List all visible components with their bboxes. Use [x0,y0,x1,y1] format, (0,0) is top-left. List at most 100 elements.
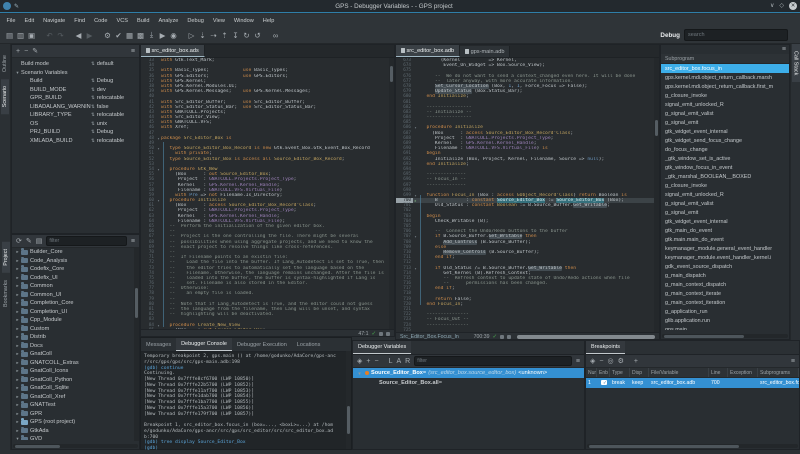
scenario-row[interactable]: Build mode ⇅ default [12,60,139,69]
new-file-icon[interactable]: ▤ [4,31,15,40]
hamburger-icon[interactable]: ≡ [576,358,580,365]
chevron-right-icon[interactable]: ▸ [14,351,21,357]
chevron-right-icon[interactable]: ▸ [14,300,21,306]
console-output[interactable]: Temporary breakpoint 2, gps.main () at /… [141,352,351,454]
link-icon[interactable]: ∞ [270,31,281,40]
stack-frame[interactable]: signal_emit_unlocked_R [661,100,789,109]
tree-item-gtkada[interactable]: ▸ GtkAda [12,426,139,436]
tree-item-codefix-ui[interactable]: ▸ Codefix_UI [12,273,139,283]
tab-outline[interactable]: Outline [1,48,9,79]
scenario-variable-value[interactable]: ⇅ relocatable [91,112,139,118]
stack-frame[interactable]: glib.application.run [661,316,789,325]
search-input[interactable] [684,29,788,41]
stack-frame[interactable]: keymanager_module.event_handler_kernel.i [661,253,789,262]
menu-vcs[interactable]: VCS [112,18,133,24]
chevron-right-icon[interactable]: ▸ [14,266,21,272]
stack-frame[interactable]: g_main_context_iterate [661,289,789,298]
minimize-button[interactable]: ∨ [770,2,774,10]
chevron-right-icon[interactable]: ▸ [14,394,21,400]
call-stack-hscrollbar[interactable] [662,334,788,338]
chevron-right-icon[interactable]: ▸ [14,377,21,383]
project-hscrollbar[interactable] [13,444,138,448]
line-number[interactable]: 85 [141,328,156,329]
project-vscrollbar[interactable] [134,248,139,441]
hamburger-icon[interactable]: ≡ [791,358,795,365]
checkbox-checked-icon[interactable]: ✓ [601,380,607,385]
chevron-right-icon[interactable]: ▸ [14,419,21,425]
chevron-right-icon[interactable]: ▸ [14,368,21,374]
menu-view[interactable]: View [208,18,229,24]
tree-item-cpp-module[interactable]: ▸ Cpp_Module [12,316,139,325]
menu-build[interactable]: Build [133,18,154,24]
compile-icon[interactable]: ▦ [124,31,135,40]
variable-row[interactable]: ▼ Source_Editor_Box = (src_editor_box.sou… [353,368,584,378]
menu-window[interactable]: Window [229,18,258,24]
stack-frame[interactable]: gtk_widget_send_focus_change [661,136,789,145]
step-over-icon[interactable]: ⇢ [208,31,219,40]
editor-tab[interactable]: src_editor_box.adb [396,45,461,57]
scenario-row[interactable]: Build ⇅ Debug [12,77,139,86]
scenario-row[interactable]: LIBRARY_TYPE ⇅ relocatable [12,111,139,120]
status-icon[interactable] [386,331,390,336]
add-breakpoint-icon[interactable]: + [634,358,638,365]
tree-item-gnatcoll-python[interactable]: ▸ GnatColl_Python [12,375,139,385]
settings-icon[interactable]: ⚙ [618,357,624,365]
menu-edit[interactable]: Edit [20,18,39,24]
chevron-right-icon[interactable]: ▸ [14,275,21,281]
scenario-variable-value[interactable]: ⇅ Debug [91,78,139,84]
step-into-icon[interactable]: ⇣ [197,31,208,40]
chevron-right-icon[interactable]: ▸ [14,292,21,298]
save-icon[interactable]: ▣ [26,31,37,40]
stack-frame[interactable]: g_application_run [661,307,789,316]
stack-frame[interactable]: src_editor_box.focus_in [661,64,789,73]
stack-frame[interactable]: gtk_window_focus_in_event [661,163,789,172]
chevron-right-icon[interactable]: ▸ [14,317,21,323]
open-file-icon[interactable]: ▥ [15,31,26,40]
chevron-right-icon[interactable]: ▸ [14,343,21,349]
maximize-button[interactable]: ◇ [779,2,784,10]
console-tab-messages[interactable]: Messages [141,338,176,351]
debug-icon[interactable]: ◉ [168,31,179,40]
stack-frame[interactable]: keymanager_module.general_event_handler [661,244,789,253]
scroll-thumb[interactable] [390,66,393,82]
stack-frame[interactable]: gtk_widget_event_internal [661,127,789,136]
tree-item-common-ui[interactable]: ▸ Common_UI [12,290,139,300]
tree-item-codefix-core[interactable]: ▸ Codefix_Core [12,265,139,274]
stack-frame[interactable]: g_main_context_iteration [661,298,789,307]
tree-item-common[interactable]: ▸ Common [12,282,139,291]
line-number[interactable]: 725 [396,328,413,332]
scenario-row[interactable]: XMLADA_BUILD ⇅ relocatable [12,137,139,146]
add-variable-icon[interactable]: + [366,358,370,365]
ed-left-vscrollbar[interactable] [389,58,394,329]
filter-input[interactable] [414,356,572,366]
stack-frame[interactable]: signal_emit_unlocked_R [661,190,789,199]
tree-item-docs[interactable]: ▸ Docs [12,341,139,351]
debugger-icon[interactable]: ◈ [357,357,362,365]
scenario-variable-value[interactable]: ⇅ unix [91,121,139,127]
stack-frame[interactable]: g_closure_invoke [661,181,789,190]
scenario-row[interactable]: PRJ_BUILD ⇅ Debug [12,128,139,137]
stack-frame[interactable]: gps.kernel.mdi.object_return_callback.ma… [661,73,789,82]
build-main-icon[interactable]: ⚙ [102,31,113,40]
show-registers-icon[interactable]: R [405,358,410,365]
stack-frame[interactable]: gtk_widget_event_internal [661,217,789,226]
console-tab-debugger-execution[interactable]: Debugger Execution [232,338,292,351]
tree-item-completion-ui[interactable]: ▸ Completion_UI [12,307,139,317]
breakpoints-hscrollbar[interactable] [587,444,798,448]
status-icon[interactable] [500,334,504,339]
stack-frame[interactable]: gps.kernel.mdi.object_return_callback.fi… [661,82,789,91]
tree-item-distrib[interactable]: ▸ Distrib [12,333,139,342]
stack-frame[interactable]: g_main_dispatch [661,271,789,280]
tab-breakpoints[interactable]: Breakpoints [586,341,626,354]
custom-build-icon[interactable]: ▩ [135,31,146,40]
stack-frame[interactable]: g_signal_emit_valist [661,109,789,118]
scenario-variable-value[interactable]: ⇅ relocatable [91,138,139,144]
hamburger-icon[interactable]: ≡ [131,48,135,55]
ed-left-code[interactable]: 33 with Gtk.Text_Mark; 34 35 with Basic_Type… [141,58,394,329]
status-icon[interactable] [379,331,383,336]
editor-hscrollbar[interactable] [517,334,655,339]
run-to-line-icon[interactable]: ↧ [230,31,241,40]
stack-frame[interactable]: gtk.main.main_do_event [661,235,789,244]
stack-frame[interactable]: gdk_event_source_dispatch [661,262,789,271]
menu-navigate[interactable]: Navigate [39,18,70,24]
